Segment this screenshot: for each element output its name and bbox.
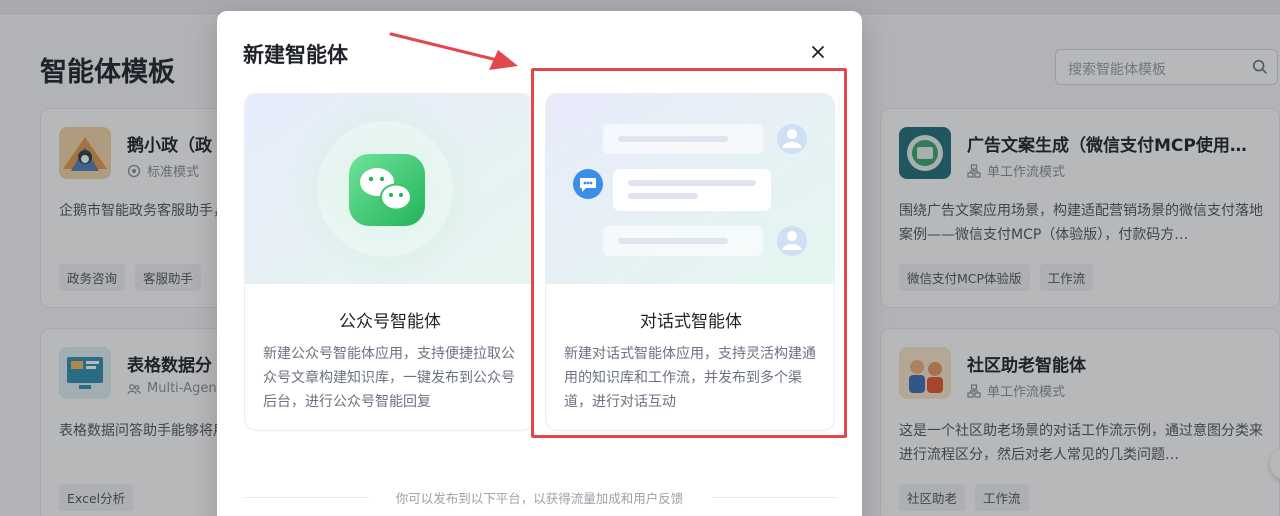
create-agent-modal: 新建智能体 公众号智能体 新建公众号智能体应用，支持便捷拉取公众号文章构建知识库… xyxy=(217,11,862,516)
option-official-account-agent[interactable]: 公众号智能体 新建公众号智能体应用，支持便捷拉取公众号文章构建知识库，一键发布到… xyxy=(244,93,534,431)
option-description: 新建对话式智能体应用，支持灵活构建通用的知识库和工作流，并发布到多个渠道，进行对… xyxy=(564,346,816,410)
option-conversational-agent[interactable]: 对话式智能体 新建对话式智能体应用，支持灵活构建通用的知识库和工作流，并发布到多… xyxy=(545,93,835,431)
chat-hero-illustration xyxy=(546,94,834,284)
option-description: 新建公众号智能体应用，支持便捷拉取公众号文章构建知识库，一键发布到公众号后台，进… xyxy=(263,346,515,410)
publish-platforms-note: 你可以发布到以下平台，以获得流量加成和用户反馈 xyxy=(395,491,684,506)
wechat-hero-illustration xyxy=(245,94,533,284)
option-title: 公众号智能体 xyxy=(339,312,441,332)
modal-title: 新建智能体 xyxy=(243,43,348,67)
option-title: 对话式智能体 xyxy=(640,312,742,332)
close-icon[interactable] xyxy=(807,41,829,63)
